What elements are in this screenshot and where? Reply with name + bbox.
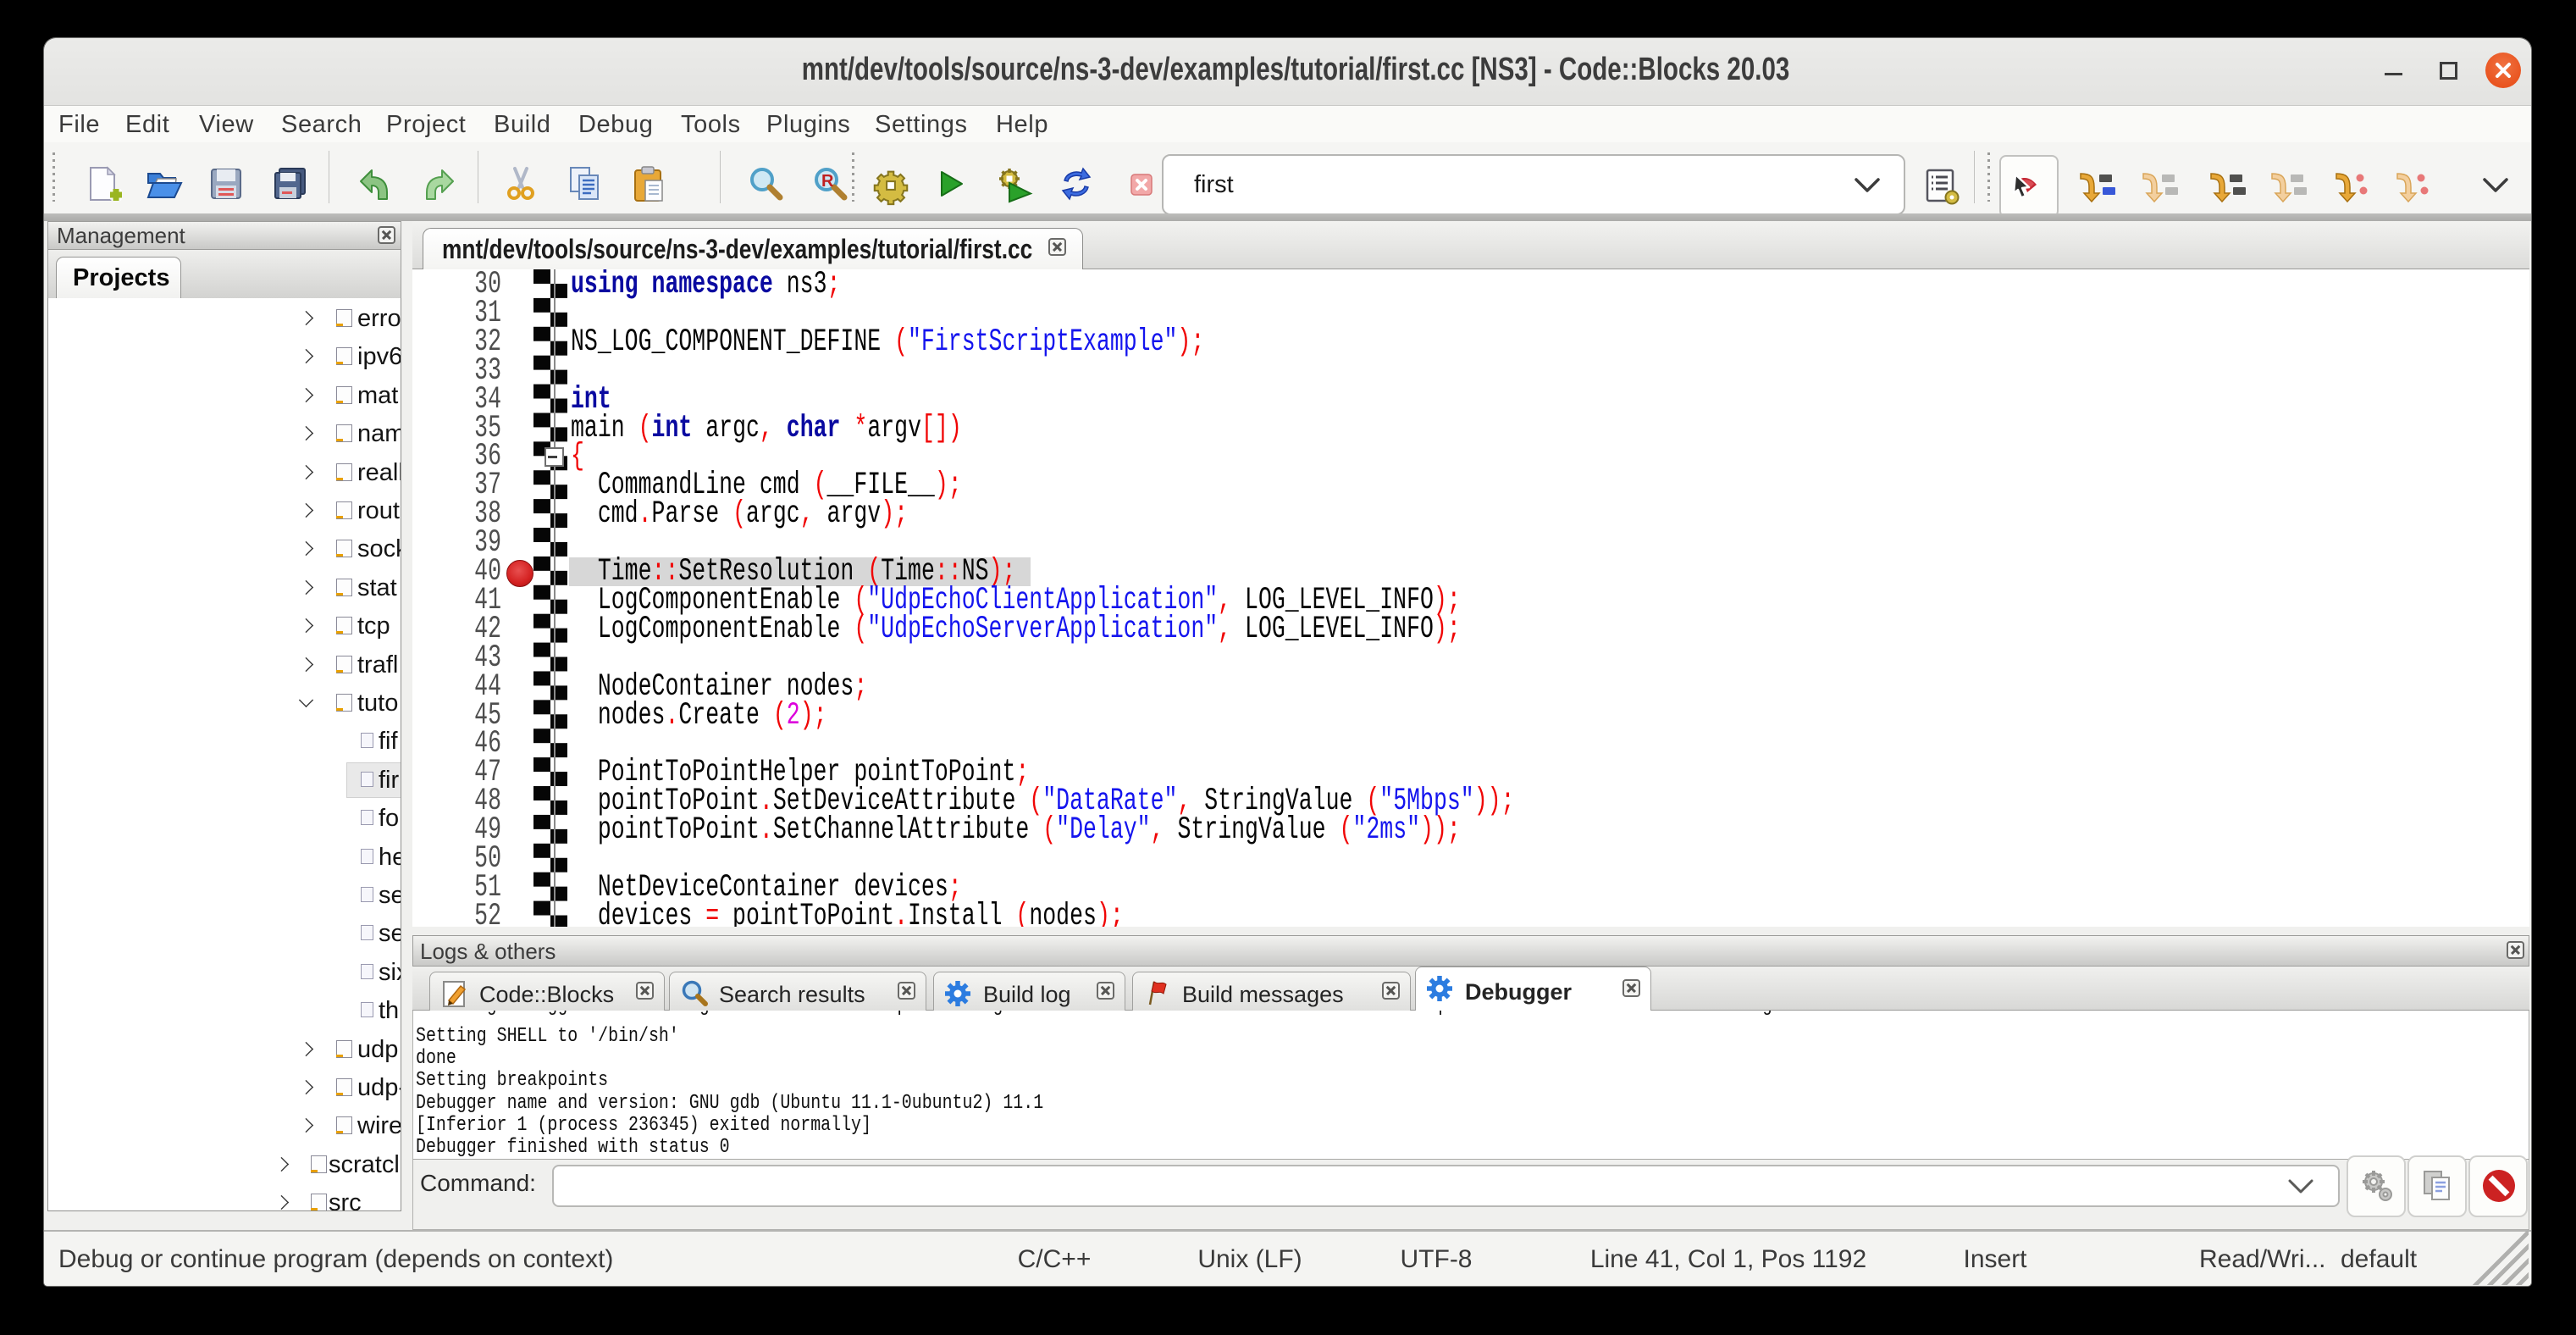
svg-text:R: R — [821, 172, 834, 191]
